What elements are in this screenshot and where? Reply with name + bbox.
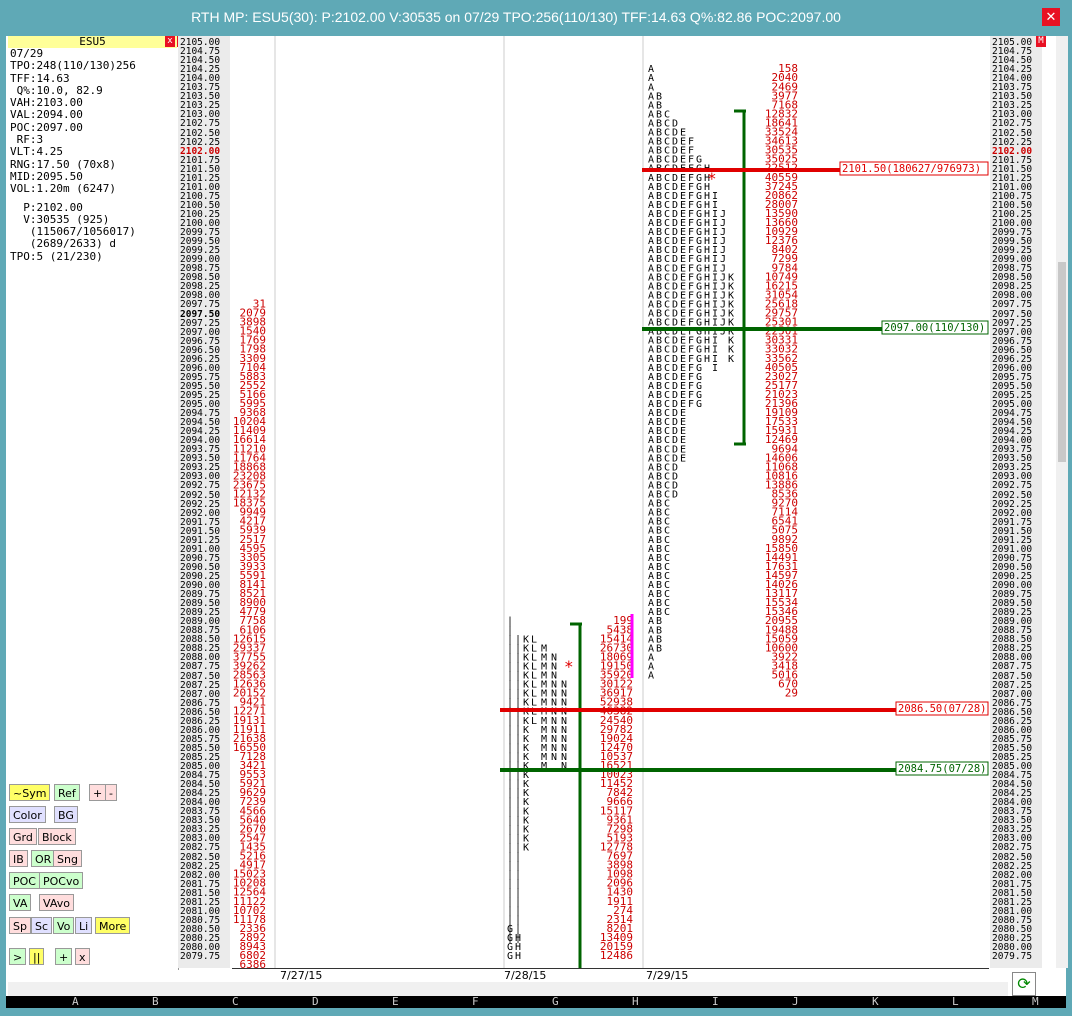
price-tick: 2079.75 xyxy=(180,951,221,963)
column-letter: D xyxy=(312,995,319,1008)
info-stats-bottom: P:2102.00 V:30535 (925) (115067/1056017)… xyxy=(8,200,177,263)
sym-button[interactable]: ~Sym xyxy=(9,784,51,801)
price-ladder-right: 2105.00 2104.75 2104.50 2104.25 2104.00 2103.… xyxy=(990,36,1042,968)
or-button[interactable]: OR xyxy=(31,850,56,867)
li-button[interactable]: Li xyxy=(75,917,93,934)
vertical-scrollbar[interactable] xyxy=(1056,36,1068,968)
tpo-letter: L xyxy=(531,716,537,727)
market-profile-chart[interactable]: 31 2079 3898 1540 1769 1798 3309 7104 5883 2552 51… xyxy=(232,36,989,971)
column-letter: F xyxy=(472,995,479,1008)
column-letter: G xyxy=(552,995,559,1008)
price-ladder-left: 2105.00 2104.75 2104.50 2104.25 2104.00 2103.… xyxy=(178,36,230,968)
single-print-marker: * xyxy=(707,169,717,188)
zoom-in-button[interactable]: + xyxy=(89,784,107,801)
horizontal-scrollbar[interactable] xyxy=(8,982,1008,996)
remove-button[interactable]: x xyxy=(75,948,90,965)
column-letter: K xyxy=(872,995,879,1008)
vavo-button[interactable]: VAvo xyxy=(39,894,74,911)
tpo-letter: D xyxy=(672,490,678,501)
info-stats-top: 07/29 TPO:248(110/130)256 TFF:14.63 Q%:10.… xyxy=(8,47,177,196)
column-letter: L xyxy=(952,995,959,1008)
date-0729: 7/29/15 xyxy=(646,969,689,982)
volume-label: 12486 xyxy=(600,949,633,962)
hv-label: 2101.50(180627/976973) xyxy=(842,163,981,175)
volume-label: 6386 xyxy=(240,958,267,968)
column-letter-bar: ABCDEFGHIJKLMN xyxy=(6,995,1066,1008)
sp-button[interactable]: Sp xyxy=(9,917,31,934)
pocvo-button[interactable]: POCvo xyxy=(39,872,84,889)
poc-button[interactable]: POC xyxy=(9,872,40,889)
bg-button[interactable]: BG xyxy=(54,806,78,823)
window-titlebar: RTH MP: ESU5(30): P:2102.00 V:30535 on 0… xyxy=(0,0,1072,36)
single-print-marker: * xyxy=(564,657,574,676)
tpo-letter: F xyxy=(688,399,694,410)
zoom-out-button[interactable]: - xyxy=(105,784,117,801)
column-letter: M xyxy=(1032,995,1039,1008)
ib-button[interactable]: IB xyxy=(9,850,28,867)
tpo-letter: C xyxy=(664,607,670,618)
tpo-letter: G xyxy=(696,399,702,410)
date-0728: 7/28/15 xyxy=(504,969,547,982)
column-letter: B xyxy=(152,995,159,1008)
more-button[interactable]: More xyxy=(95,917,131,934)
symbol-header[interactable]: ESU5 x xyxy=(8,35,177,48)
poc-label: 2097.00(110/130) xyxy=(884,322,985,334)
info-row: VOL:1.20m (6247) xyxy=(10,182,116,196)
add-button[interactable]: + xyxy=(55,948,73,965)
scrollbar-thumb[interactable] xyxy=(1058,262,1066,462)
close-symbol-icon[interactable]: x xyxy=(165,36,175,47)
play-button[interactable]: > xyxy=(9,948,27,965)
tpo-letter: E xyxy=(680,453,686,464)
tpo-letter: H xyxy=(704,354,710,365)
column-letter: J xyxy=(792,995,799,1008)
vo-button[interactable]: Vo xyxy=(53,917,75,934)
price-tick: 2079.75 xyxy=(992,951,1033,963)
info-panel: ESU5 x 07/29 TPO:248(110/130)256 TFF:14.63… xyxy=(8,35,177,282)
column-letter: E xyxy=(392,995,399,1008)
sng-button[interactable]: Sng xyxy=(53,850,82,867)
tpo-letter: G xyxy=(507,951,513,962)
info-row: P:2102.00 xyxy=(10,200,83,214)
close-window-button[interactable]: ✕ xyxy=(1042,8,1060,26)
val-label-0728: 2084.75(07/28) xyxy=(898,763,987,775)
window-title: RTH MP: ESU5(30): P:2102.00 V:30535 on 0… xyxy=(191,9,841,25)
date-axis: 7/27/15 7/28/15 7/29/15 xyxy=(232,968,989,983)
info-row: TPO:248(110/130)256 xyxy=(10,59,136,73)
profile-svg: 3120793898154017691798330971045883255251… xyxy=(233,36,989,971)
block-button[interactable]: Block xyxy=(38,828,76,845)
date-0727: 7/27/15 xyxy=(280,969,323,982)
volume-label: 29 xyxy=(785,687,798,700)
tpo-letter: B xyxy=(656,643,662,654)
va-button[interactable]: VA xyxy=(9,894,32,911)
left-control-panel: ~Sym Ref + - Color BG Grd Block IB OR Sn… xyxy=(8,282,179,970)
column-letter: A xyxy=(72,995,79,1008)
ref-button[interactable]: Ref xyxy=(54,784,80,801)
symbol-label: ESU5 xyxy=(79,35,106,48)
refresh-icon[interactable]: ⟳ xyxy=(1012,972,1036,996)
pause-button[interactable]: || xyxy=(29,948,45,965)
tpo-letter: K xyxy=(728,354,734,365)
ref-label-0728: 2086.50(07/28) xyxy=(898,703,987,715)
tpo-letter: K xyxy=(523,842,529,853)
m-marker-right[interactable]: M xyxy=(1036,36,1046,47)
tpo-letter: I xyxy=(712,363,718,374)
tpo-letter: N xyxy=(551,752,557,763)
info-row: (2689/2633) d xyxy=(10,237,116,251)
column-letter: H xyxy=(632,995,639,1008)
column-letter: C xyxy=(232,995,239,1008)
info-row: VLT:4.25 xyxy=(10,145,63,159)
color-button[interactable]: Color xyxy=(9,806,46,823)
sc-button[interactable]: Sc xyxy=(31,917,53,934)
tpo-letter: H xyxy=(515,951,521,962)
grid-button[interactable]: Grd xyxy=(9,828,37,845)
column-letter: I xyxy=(712,995,719,1008)
info-row: VAL:2094.00 xyxy=(10,108,83,122)
info-row: TPO:5 (21/230) xyxy=(10,249,103,263)
tpo-letter: A xyxy=(648,671,654,682)
